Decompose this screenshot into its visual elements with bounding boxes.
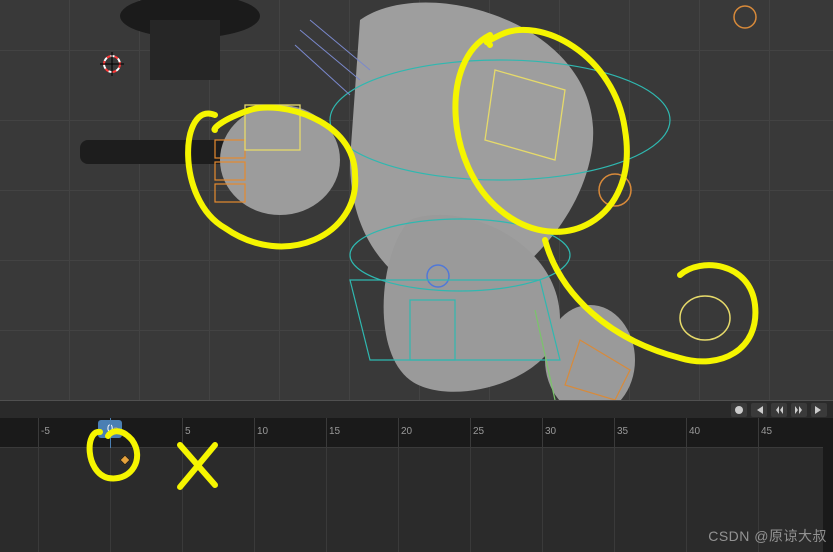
record-icon[interactable] [731, 403, 747, 417]
watermark: CSDN @原谅大叔 [708, 526, 827, 546]
dopesheet-column [38, 448, 39, 552]
ruler-tick: 15 [326, 418, 340, 448]
keyframe-marker[interactable] [119, 454, 130, 465]
dopesheet-column [542, 448, 543, 552]
viewport-content [0, 0, 833, 400]
viewport-3d[interactable] [0, 0, 833, 400]
jump-key-next-icon[interactable] [791, 403, 807, 417]
timeline-ruler[interactable]: 0 -505101520253035404550 [0, 418, 833, 448]
dopesheet-column [254, 448, 255, 552]
ruler-tick: -5 [38, 418, 50, 448]
ruler-tick: 30 [542, 418, 556, 448]
timeline-header [0, 400, 833, 418]
dopesheet-column [110, 448, 111, 552]
dopesheet-column [182, 448, 183, 552]
ruler-tick: 35 [614, 418, 628, 448]
jump-start-icon[interactable] [751, 403, 767, 417]
ruler-tick: 20 [398, 418, 412, 448]
dopesheet-column [686, 448, 687, 552]
ruler-tick: 25 [470, 418, 484, 448]
ruler-tick: 10 [254, 418, 268, 448]
dopesheet-column [398, 448, 399, 552]
jump-key-prev-icon[interactable] [771, 403, 787, 417]
ruler-tick: 0 [110, 418, 119, 448]
ruler-tick: 45 [758, 418, 772, 448]
ruler-tick: 40 [686, 418, 700, 448]
dopesheet-column [326, 448, 327, 552]
dopesheet-column [470, 448, 471, 552]
jump-end-icon[interactable] [811, 403, 827, 417]
dopesheet-column [614, 448, 615, 552]
ruler-tick: 5 [182, 418, 191, 448]
